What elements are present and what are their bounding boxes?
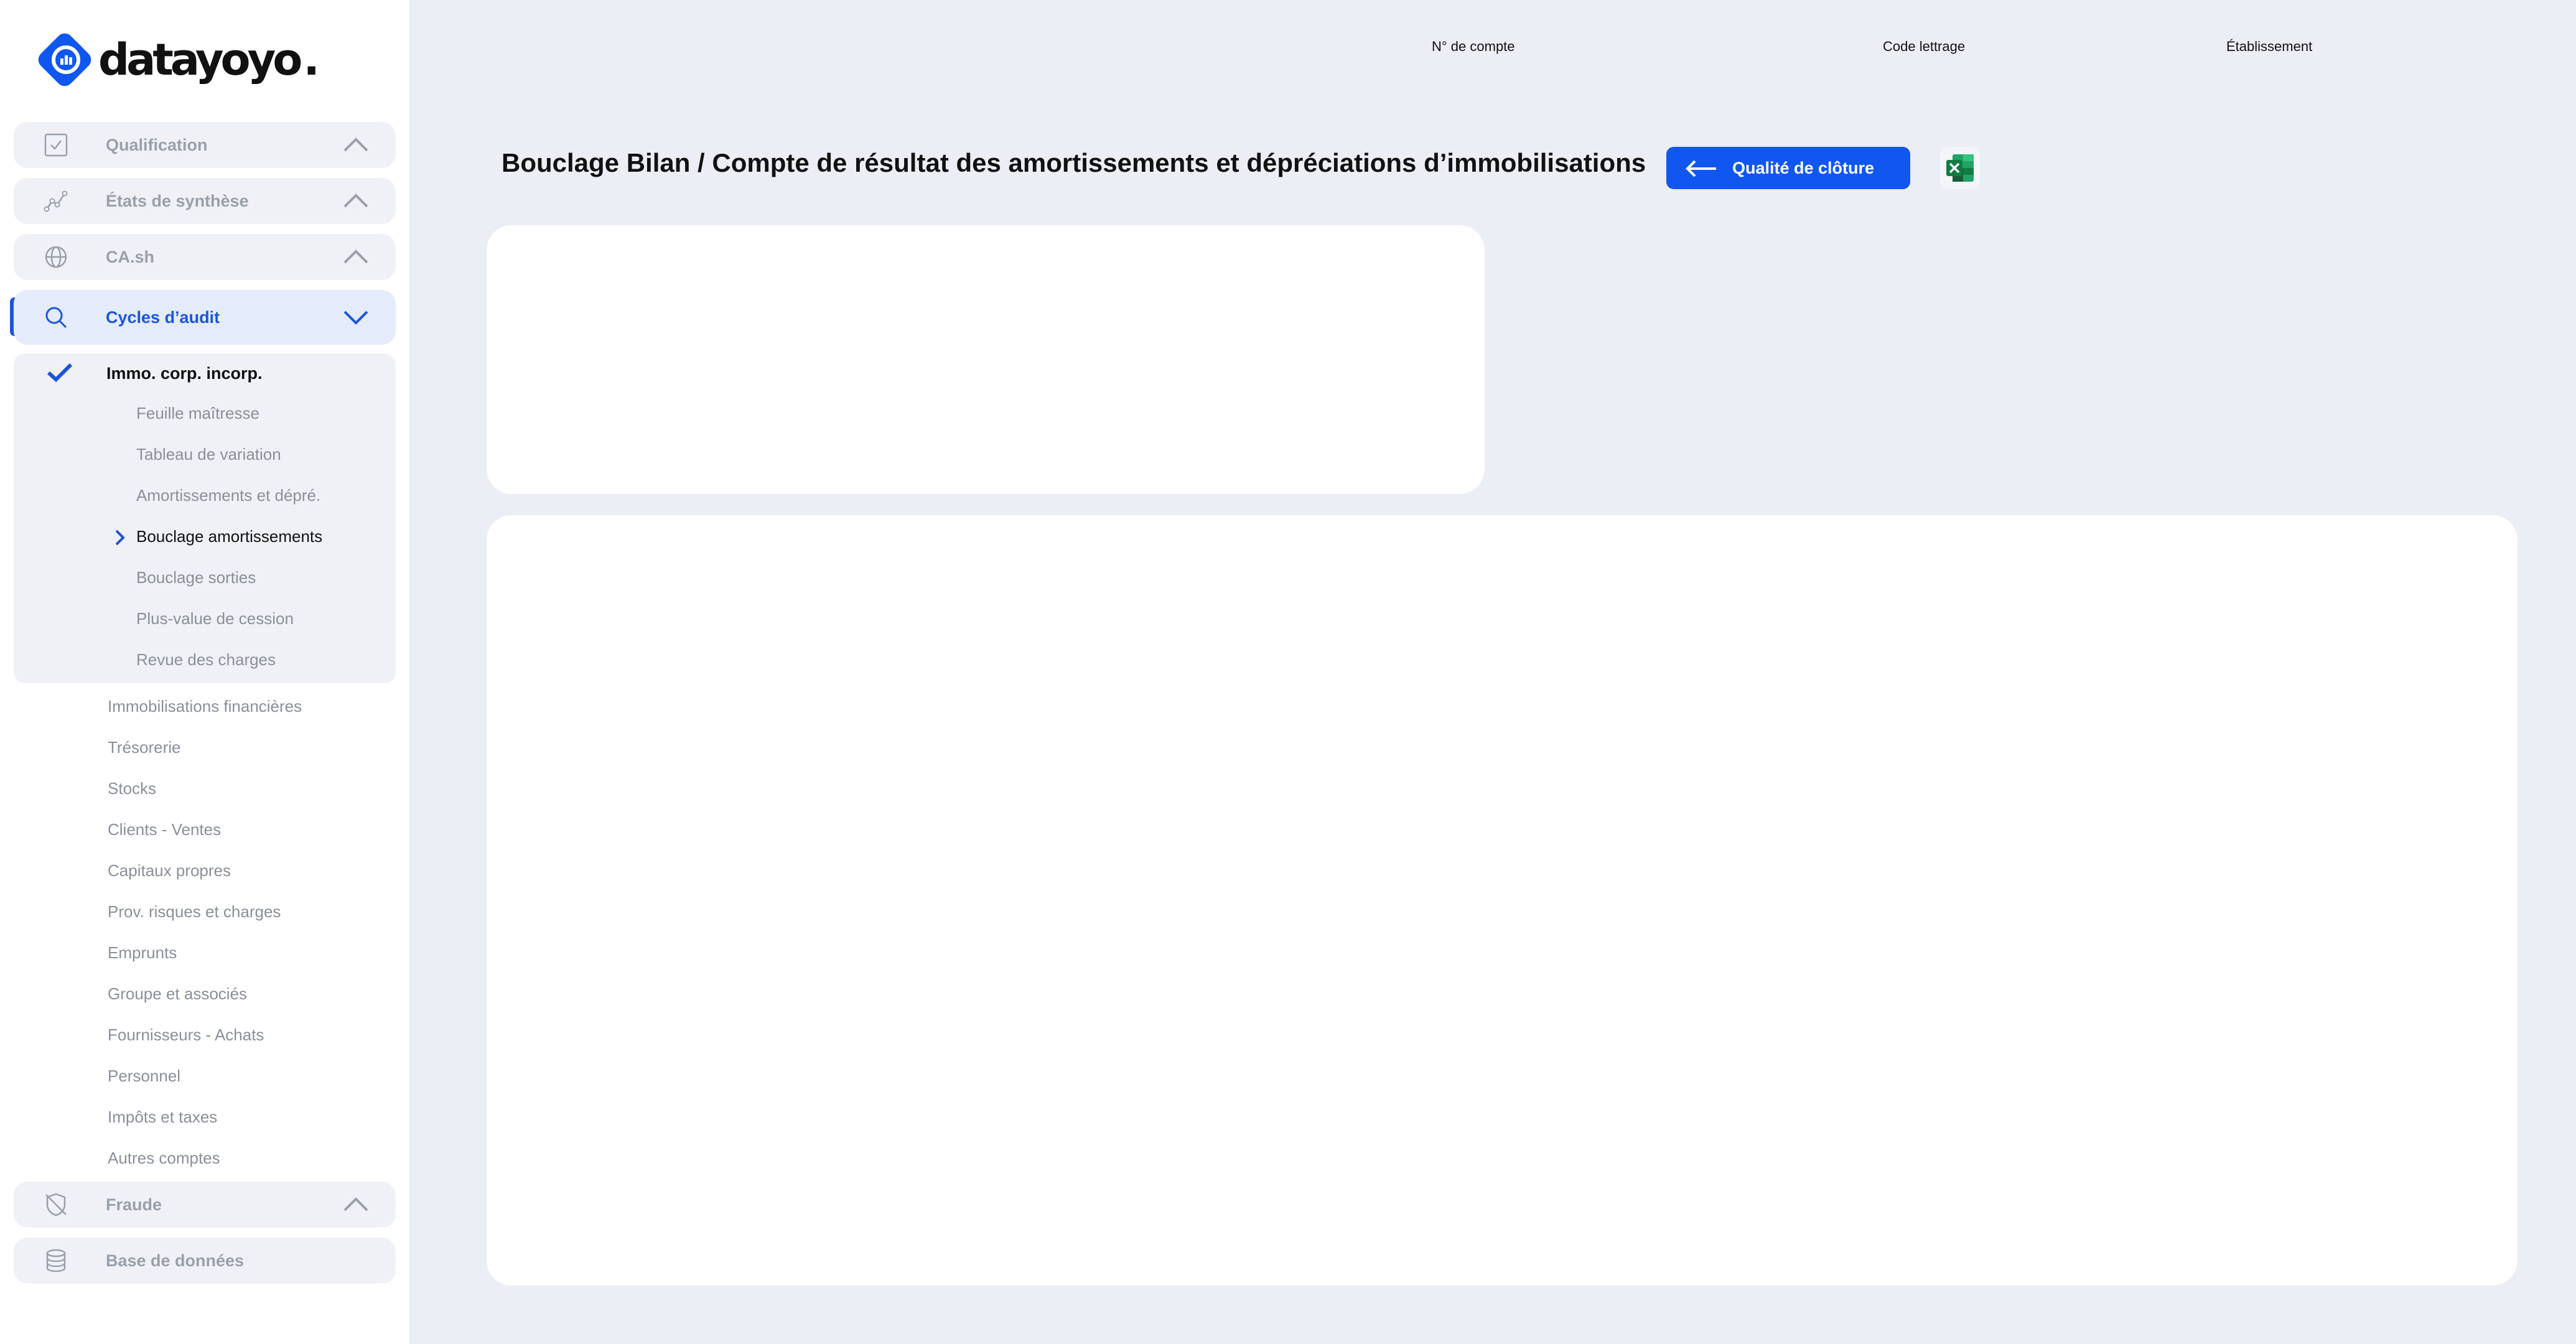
cycle-item[interactable]: Immobilisations financières [108, 697, 302, 716]
cycle-item[interactable]: Prov. risques et charges [108, 902, 281, 922]
submenu-item[interactable]: Plus-value de cession [136, 609, 294, 628]
nav-section-label: États de synthèse [106, 191, 249, 210]
shield-off-icon [45, 1193, 67, 1216]
export-excel-button[interactable] [1940, 147, 1980, 189]
nav-section-label: Qualification [106, 135, 208, 154]
nav-section-label: Cycles d’audit [106, 307, 220, 327]
nav-section-label: Base de données [106, 1251, 245, 1270]
nav-section-label: CA.sh [106, 247, 155, 266]
logo[interactable]: datayoyo. [35, 30, 320, 90]
cycle-item[interactable]: Fournisseurs - Achats [108, 1025, 264, 1045]
cycle-item[interactable]: Trésorerie [108, 738, 181, 757]
main-table-panel [487, 515, 2518, 1286]
sidebar: datayoyo. Qualification États de synthès… [0, 0, 409, 1344]
quality-closing-label: Qualité de clôture [1732, 158, 1875, 177]
cycle-item[interactable]: Personnel [108, 1066, 180, 1086]
nav-section-cash[interactable]: CA.sh [14, 234, 396, 280]
submenu-item[interactable]: Bouclage sorties [136, 568, 256, 587]
database-icon [46, 1249, 66, 1272]
cycle-item[interactable]: Autres comptes [108, 1149, 220, 1168]
page-title: Bouclage Bilan / Compte de résultat des … [502, 148, 1646, 177]
cycle-submenu [14, 353, 396, 683]
cycle-item[interactable]: Stocks [108, 779, 156, 798]
summary-panel [487, 225, 1485, 494]
nav-section-qualification[interactable]: Qualification [14, 122, 396, 168]
logo-dot: . [303, 34, 320, 85]
chevron-up-icon[interactable] [342, 136, 370, 154]
submenu-item[interactable]: Revue des charges [136, 650, 276, 670]
submenu-item[interactable]: Feuille maîtresse [136, 404, 259, 423]
nav-section-base-de-donnees[interactable]: Base de données [14, 1238, 396, 1284]
arrow-left-icon [1686, 160, 1716, 177]
quality-closing-button[interactable]: Qualité de clôture [1666, 147, 1910, 189]
checkmark-icon [47, 363, 73, 383]
nav-section-etats-de-synthese[interactable]: États de synthèse [14, 178, 396, 224]
chevron-right-icon [115, 530, 125, 546]
logo-icon [38, 33, 91, 86]
cycle-item[interactable]: Impôts et taxes [108, 1108, 217, 1127]
checkbox-icon [44, 133, 68, 157]
chevron-up-icon[interactable] [342, 248, 370, 266]
search-icon [45, 307, 67, 329]
nav-section-fraude[interactable]: Fraude [14, 1182, 396, 1228]
globe-icon [45, 246, 67, 268]
cycle-item[interactable]: Emprunts [108, 943, 177, 963]
nav-section-label: Fraude [106, 1195, 162, 1214]
filter-lettering-code[interactable]: Code lettrage [1883, 39, 1965, 55]
cycle-item[interactable]: Capitaux propres [108, 861, 231, 880]
excel-icon [1946, 154, 1974, 182]
logo-text: datayoyo [98, 34, 302, 85]
line-chart-icon [44, 190, 68, 212]
filter-establishment[interactable]: Établissement [2226, 39, 2312, 55]
filter-account-number[interactable]: N° de compte [1432, 39, 1515, 55]
cycle-item[interactable]: Groupe et associés [108, 984, 247, 1004]
cycle-item[interactable]: Clients - Ventes [108, 820, 221, 839]
submenu-item[interactable]: Amortissements et dépré. [136, 486, 320, 505]
submenu-item-selected[interactable]: Bouclage amortissements [136, 527, 322, 546]
chevron-up-icon[interactable] [342, 192, 370, 210]
submenu-item[interactable]: Tableau de variation [136, 445, 281, 464]
chevron-up-icon[interactable] [342, 1195, 370, 1214]
nav-section-cycles-audit[interactable]: Cycles d’audit [14, 290, 396, 345]
cycle-title[interactable]: Immo. corp. incorp. [106, 364, 263, 383]
chevron-down-icon[interactable] [342, 308, 370, 327]
